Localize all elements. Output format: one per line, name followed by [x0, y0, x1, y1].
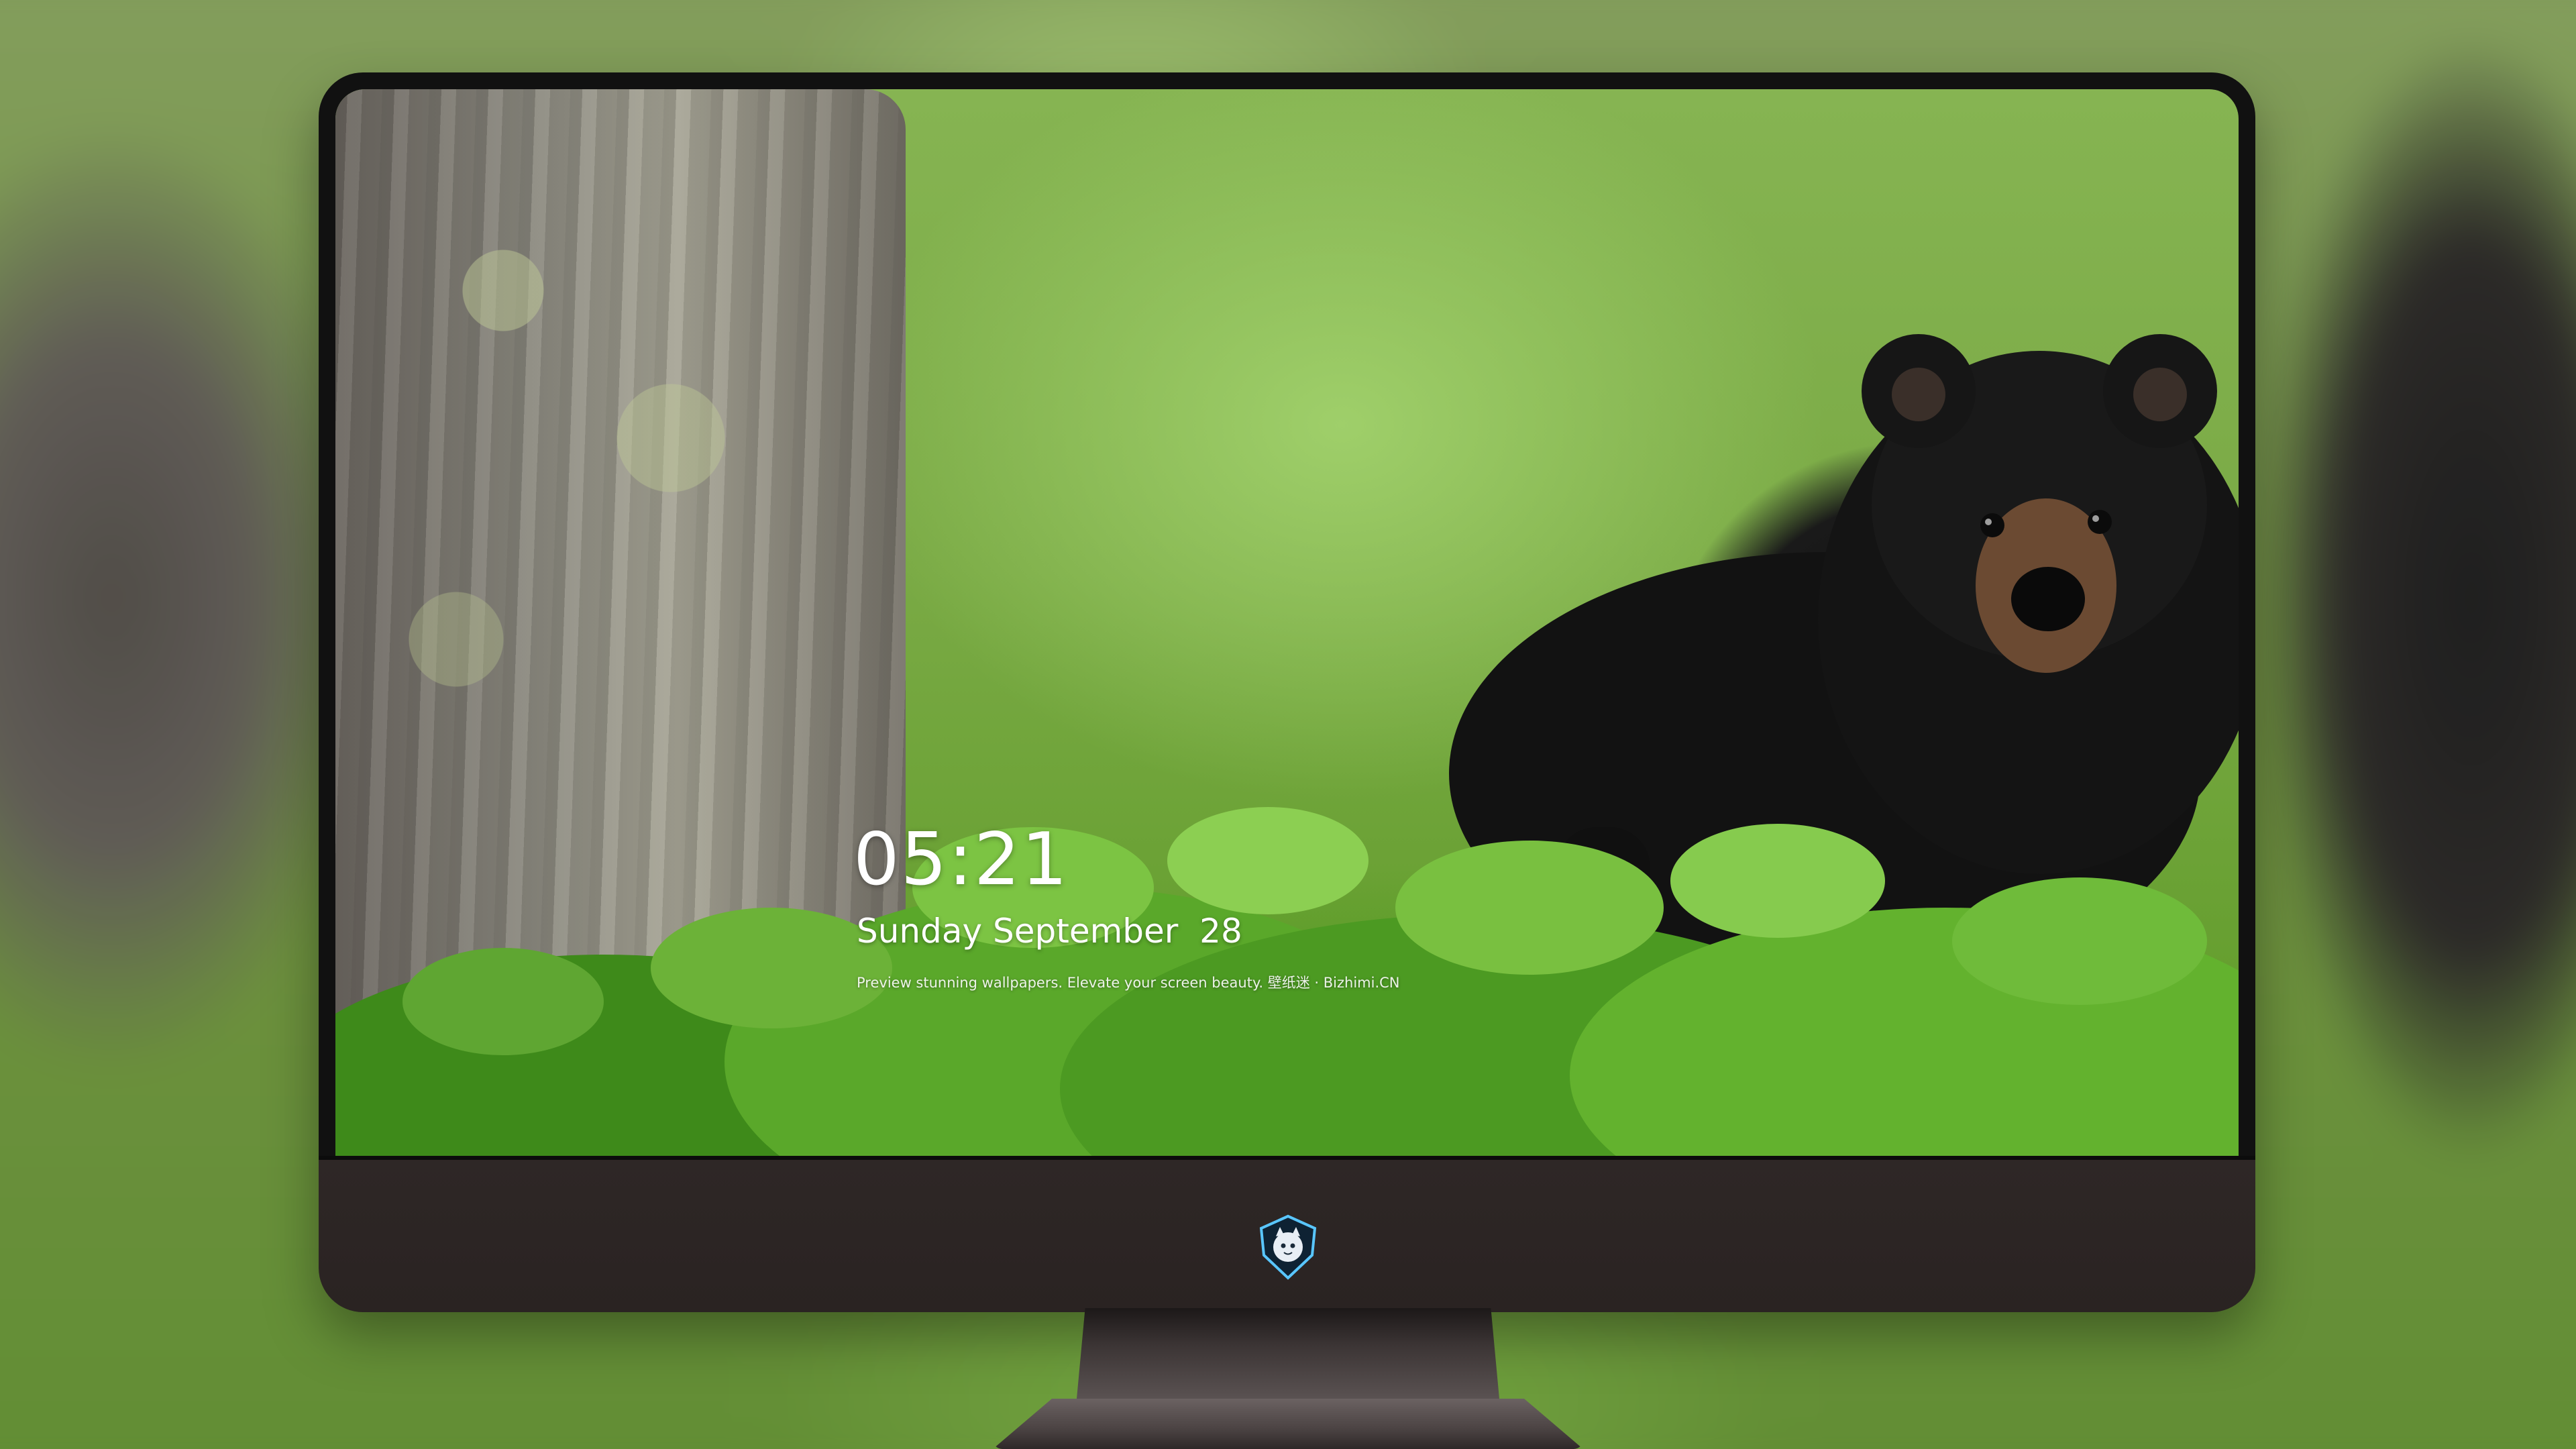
monitor: 05:21 Sunday September 28 Preview stunni… — [319, 72, 2255, 1312]
monitor-chin — [319, 1156, 2255, 1312]
lockscreen-date: Sunday September 28 — [857, 912, 1242, 951]
shield-mascot-logo — [1259, 1214, 1317, 1280]
lock-screen[interactable]: 05:21 Sunday September 28 Preview stunni… — [335, 89, 2239, 1156]
lockscreen-time: 05:21 — [853, 818, 1069, 902]
tree-trunk-wallpaper — [335, 89, 906, 1156]
monitor-stand-base — [993, 1399, 1583, 1449]
monitor-stand-neck — [1077, 1308, 1499, 1399]
desktop-scene: 05:21 Sunday September 28 Preview stunni… — [0, 0, 2576, 1449]
bear-cub-wallpaper — [1449, 334, 2239, 1069]
lockscreen-tagline: Preview stunning wallpapers. Elevate you… — [857, 975, 1400, 991]
